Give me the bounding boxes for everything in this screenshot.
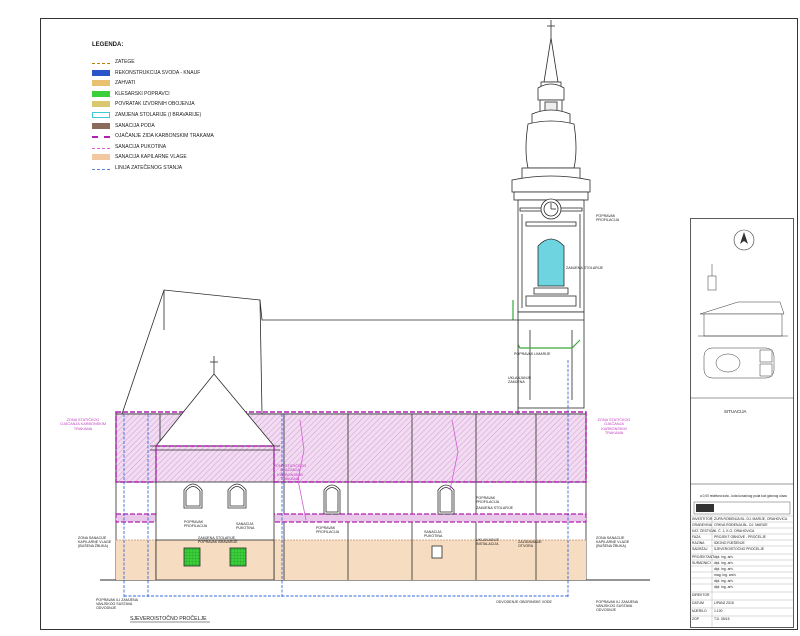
title-block-value: ŽUPA ROĐENJA BL. DJ. MARIJE, ORAHOVICA [714,517,788,521]
title-block-value: CRKVA ROĐENJA BL. DJ. MARIJE [714,523,768,527]
note-nave-window: ZAMJENA STOLARIJE [476,506,514,510]
zone-note-mid: ZONA STATIČKOG OJAČANJA KARBONSKIM TRAKA… [273,464,307,482]
title-block-row: MJERILO 1:100 [690,609,794,614]
note-apse-window: ZAMJENA STOLARIJE, POPRAVAK BRAVARIJE [198,536,238,544]
title-block-row: INVESTITOR ŽUPA ROĐENJA BL. DJ. MARIJE, O… [690,517,794,522]
note-nave-profile-2: POPRAVAK PROFILACIJA [316,526,340,534]
title-block-row: DIREKTOR [690,593,794,598]
scale-note: a 0,00 relativna kota - kota konačnog po… [700,494,787,498]
title-block-value: IDEJNO RJEŠENJE [714,541,745,545]
note-nave-profile: POPRAVAK PROFILACIJA [476,496,500,504]
title-block-value: mag. ing. arch. [714,573,737,577]
title-block-row: KAT. ČESTICA K. Č. 1, K.O. ORAHOVICA [690,529,794,534]
nave-roof [121,289,519,415]
title-block-value: PROJEKT OBNOVE - PROČELJE [714,535,766,539]
title-block-key: GRAĐEVINA [692,523,712,527]
note-apse-crack: SANACIJA PUKOTINA [236,522,255,530]
note-drain-left: POPRAVAK ILI ZAMJENA VANJSKOG SUSTAVA OD… [96,598,138,610]
zone-note-right: ZONA STATIČKOG OJAČANJA KARBONSKIM TRAKA… [597,418,631,436]
title-block-key: MJERILO [692,609,707,613]
title-block-key: DIREKTOR [692,593,710,597]
note-tower-profile: POPRAVAK PROFILACIJA [596,214,620,222]
title-block-value: SJEVEROISTOČNO PROČELJE [714,547,765,551]
title-block-row: dipl. ing. arh. [690,585,794,590]
drawing-sheet: LEGENDA: ZATEGE REKONSTRUKCIJA SVODA - KN… [0,0,800,636]
title-block-key: INVESTITOR [692,517,713,521]
title-block-value: 1:100 [714,609,723,613]
situation-label: SITUACIJA [724,409,747,414]
title-block-key: DATUM [692,601,704,605]
bell-tower [511,20,591,409]
title-block-row: SADRŽAJ SJEVEROISTOČNO PROČELJE [690,547,794,552]
title-block-row: FAZA PROJEKT OBNOVE - PROČELJE [690,535,794,540]
title-block-row: mag. ing. arch. [690,573,794,578]
note-tower-drain: UKLANJANJE ZAMJENA [508,376,531,384]
title-block-row: RAZINA IDEJNO RJEŠENJE [690,541,794,546]
title-block-key: SURADNICI [692,561,711,565]
title-block-key: SADRŽAJ [692,547,708,551]
title-block-row: ZOP T.D. 05/15 [690,617,794,622]
note-crack-2: SANACIJA PUKOTINA [424,530,443,538]
title-block-key: ZOP [692,617,699,621]
note-tower-flashing: POPRAVAK LIMARIJE [514,352,551,356]
note-drain-mid: ODVODENJE OBORINSKE VODE [496,600,552,604]
note-installations: UKLANJANJE INSTALACIJA [476,538,499,546]
title-block-row: GRAĐEVINA CRKVA ROĐENJA BL. DJ. MARIJE [690,523,794,528]
title-block-key: PROJEKTANT [692,555,715,559]
note-vent: ZAZIDAVANJE OTVORA [518,540,542,548]
situation-plan [703,347,775,379]
title-block-value: dipl. ing. arh. [714,561,734,565]
title-block-value: dipl. ing. arh. [714,579,734,583]
title-block-row: dipl. ing. arh. [690,567,794,572]
title-block-value: T.D. 05/15 [714,617,730,621]
note-capillary-left: ZONA SANACIJE KAPILARNE VLAGE (BUŠENA ŽB… [78,536,112,548]
note-tower-window: ZAMJENA STOLARIJE [566,266,604,270]
title-block-key: RAZINA [692,541,705,545]
title-block-value: LIPANJ 2015 [714,601,734,605]
zone-note-left: ZONA STATIČKOG OJAČANJA KARBONSKIM TRAKA… [60,418,106,431]
title-block-key: KAT. ČESTICA [692,529,715,533]
note-apse-profile: POPRAVAK PROFILACIJA [184,520,208,528]
title-block-row: DATUM LIPANJ 2015 [690,601,794,606]
title-block-value: K. Č. 1, K.O. ORAHOVICA [714,529,755,533]
title-block-row: SURADNICI dipl. ing. arh. [690,561,794,566]
title-block-row: dipl. ing. arh. [690,579,794,584]
title-block-key: FAZA [692,535,701,539]
note-capillary-right: ZONA SANACIJE KAPILARNE VLAGE (BUŠENA ŽB… [596,536,630,548]
view-title: SJEVEROISTOČNO PROČELJE [130,615,207,622]
title-block-value: dipl. ing. arh. [714,567,734,571]
title-block-value: dipl. ing. arh. [714,585,734,589]
title-block-value: dipl. ing. arh. [714,555,734,559]
title-block-row: PROJEKTANT dipl. ing. arh. [690,555,794,560]
note-drain-right: POPRAVAK ILI ZAMJENA VANJSKOG SUSTAVA OD… [596,600,638,612]
